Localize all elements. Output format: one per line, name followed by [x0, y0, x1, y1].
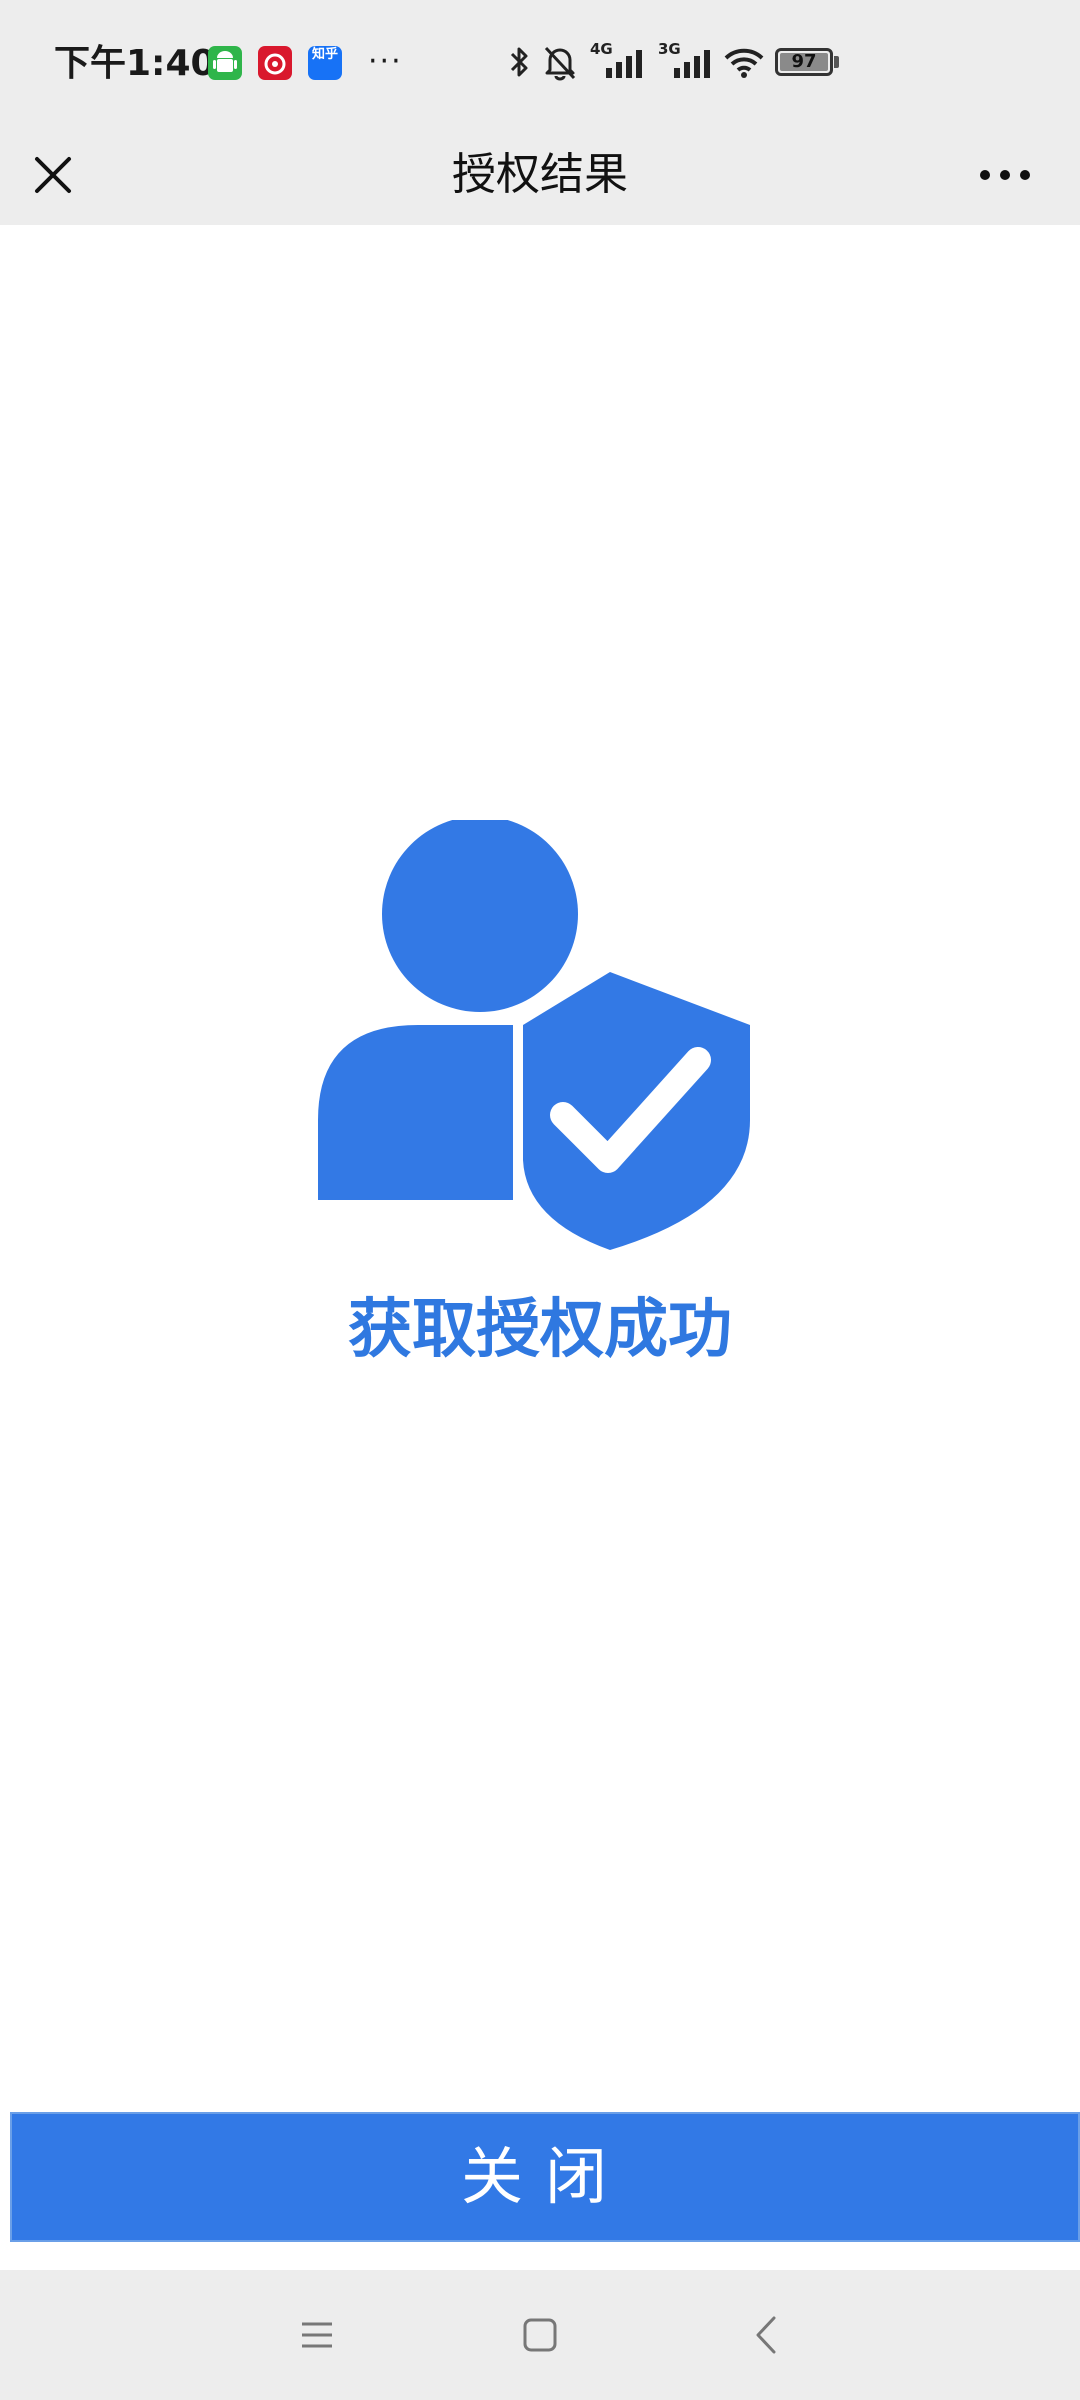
more-dots-icon[interactable] [975, 155, 1035, 195]
status-time: 下午1:40 [54, 43, 216, 84]
status-bar: 下午1:40 知乎 ··· 4G 3G 97 [0, 0, 1080, 125]
system-nav-bar [0, 2270, 1080, 2400]
more-notifications-icon: ··· [368, 44, 403, 79]
close-button[interactable]: 关闭 [10, 2112, 1080, 2242]
user-shield-check-icon [318, 820, 753, 1260]
signal-strength-icon [674, 50, 710, 78]
battery-level: 97 [791, 51, 817, 72]
zhihu-icon: 知乎 [308, 46, 342, 80]
bluetooth-icon [510, 47, 528, 77]
battery-icon: 97 [775, 48, 833, 76]
bell-off-icon [544, 46, 576, 81]
home-icon[interactable] [515, 2310, 565, 2360]
main-content: 获取授权成功 [0, 225, 1080, 2110]
battery-tip [834, 56, 839, 68]
result-message: 获取授权成功 [348, 1293, 732, 1367]
back-icon[interactable] [742, 2310, 792, 2360]
zhihu-icon-label: 知乎 [311, 47, 338, 62]
netease-music-icon [258, 46, 292, 80]
wifi-icon [724, 48, 764, 78]
android-app-icon [208, 46, 242, 80]
menu-icon[interactable] [292, 2310, 342, 2360]
screen: 下午1:40 知乎 ··· 4G 3G 97 授权结果 获取授权成功 关闭 [0, 0, 1080, 2400]
nav-bar: 授权结果 [0, 125, 1080, 225]
bottom-spacer [0, 2242, 1080, 2270]
signal-strength-icon [606, 50, 642, 78]
page-title: 授权结果 [452, 149, 628, 200]
